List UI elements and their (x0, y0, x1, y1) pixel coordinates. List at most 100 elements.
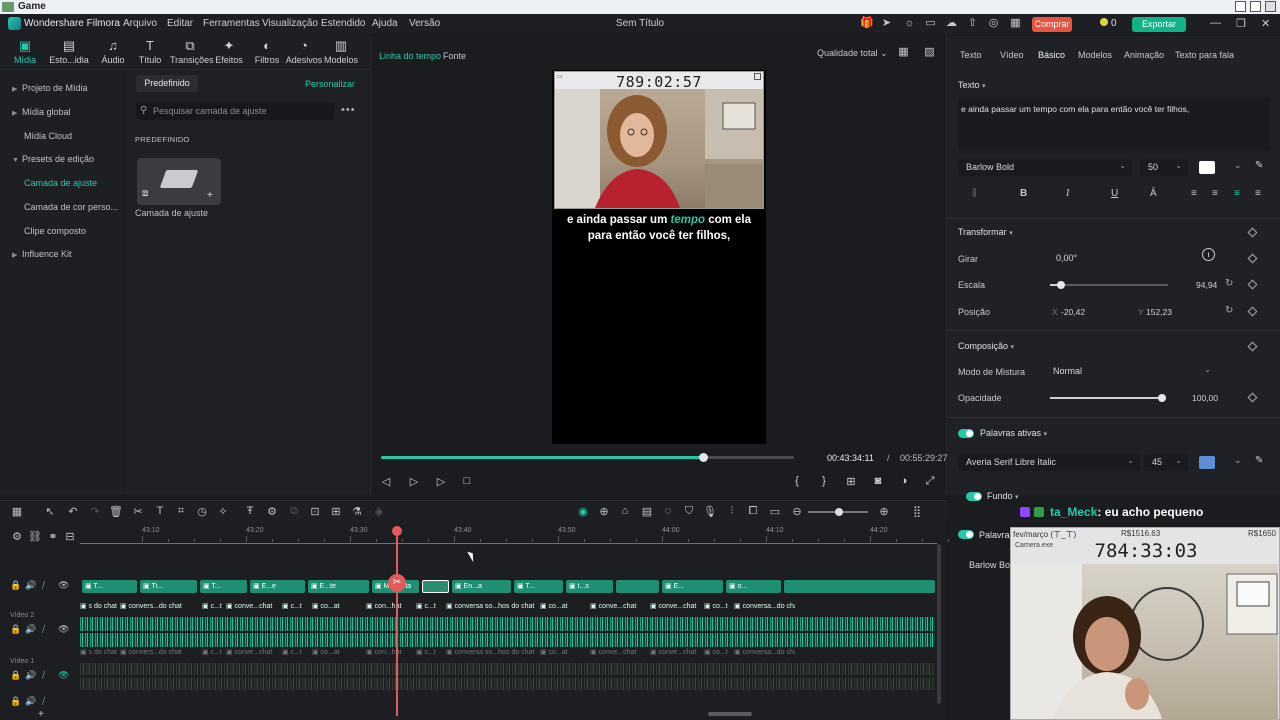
ai-assist-icon[interactable]: ◉ (576, 505, 590, 518)
scale-value[interactable]: 94,94 (1196, 280, 1217, 290)
mute-icon[interactable]: ⧸ (42, 670, 45, 681)
menu-ajuda[interactable]: Ajuda (372, 18, 398, 29)
text-section-header[interactable]: Texto ▾ (958, 80, 986, 90)
audio-clip-label[interactable]: ▣ c...t (416, 602, 444, 612)
align-right-icon[interactable]: ≡ (1255, 188, 1261, 199)
align-left-icon[interactable]: ≡ (1191, 188, 1197, 199)
audio-clip-label[interactable]: ▣ con...hat (366, 648, 414, 658)
audio-clip-label[interactable]: ▣ c...t (282, 602, 310, 612)
audio-clip-label[interactable]: ▣ c...t (282, 648, 310, 658)
app-minimize-icon[interactable]: — (1210, 17, 1221, 29)
blend-mode-select[interactable]: Normal ⌄ (1045, 363, 1217, 380)
audio-clip-label[interactable]: ▣ co...at (312, 602, 364, 612)
personalize-link[interactable]: Personalizar (305, 79, 355, 89)
reset-icon[interactable]: ↻ (1225, 305, 1233, 316)
os-minimize-button[interactable] (1235, 1, 1246, 12)
lock-icon[interactable]: 🔒 (10, 696, 21, 707)
speaker-icon[interactable]: 🔊 (25, 696, 36, 707)
menu-estendido[interactable]: Estendido (321, 18, 365, 29)
audio-clip-label[interactable]: ▣ co...at (312, 648, 364, 658)
audio-clip-label[interactable]: ▣ conversa so...hos do chat (446, 602, 538, 612)
gift-icon[interactable]: 🎁 (860, 17, 874, 30)
active-words-header[interactable]: Palavras ativas ▾ (980, 428, 1047, 438)
title-clip[interactable]: ▣ E...e (250, 580, 305, 593)
upload-icon[interactable]: ⇧ (966, 17, 979, 30)
group-icon[interactable]: ⊞ (329, 505, 343, 518)
tab-basico[interactable]: Básico (1038, 50, 1065, 60)
link-icon[interactable]: ⛓ (28, 530, 42, 543)
tool-titulo[interactable]: T Título (130, 39, 170, 66)
active-words-font-select[interactable]: Averia Serif Libre Italic ⌄ (958, 454, 1140, 471)
audio-clip-label[interactable]: ▣ co...at (540, 648, 588, 658)
tab-texto[interactable]: Texto (960, 50, 982, 60)
scale-slider[interactable] (1050, 281, 1168, 289)
active-words-toggle[interactable] (958, 429, 974, 438)
audio-clip-label[interactable]: ▣ conversa...do chat (734, 648, 795, 658)
menu-arquivo[interactable]: Arquivo (123, 18, 157, 29)
timeline-scrollbar[interactable] (708, 712, 752, 716)
zoom-in-icon[interactable]: ⊕ (877, 505, 891, 518)
title-clip[interactable] (784, 580, 935, 593)
background-toggle[interactable] (966, 492, 982, 501)
video-canvas[interactable]: ▭ 789:02:57 × e ainda passar um tempo co… (552, 70, 766, 444)
active-words-size-select[interactable]: 45 ⌄ (1144, 454, 1188, 471)
title-clip[interactable]: ▣ E... (662, 580, 723, 593)
keyframe-icon[interactable] (1247, 306, 1258, 317)
tab-linha-do-tempo[interactable]: Linha do tempo (379, 51, 441, 61)
italic-icon[interactable]: I (1066, 188, 1069, 199)
zoom-handle[interactable] (835, 508, 843, 516)
undo-icon[interactable]: ↶ (66, 505, 80, 518)
timeline-ruler[interactable]: 43:10 43:20 43:30 43:40 43:50 44:00 44:10 44:20 (80, 522, 949, 544)
words-toggle[interactable] (958, 530, 974, 539)
nav-midia-cloud[interactable]: Mídia Cloud (24, 131, 72, 141)
tab-predefinido[interactable]: Predefinido (136, 75, 198, 92)
audio-meter-icon[interactable]: ◑ (897, 475, 911, 487)
select-tool-icon[interactable]: ↖ (43, 505, 57, 518)
marker-icon[interactable]: ⛉ (682, 505, 696, 518)
tool-modelos[interactable]: ▥ Modelos (321, 39, 361, 66)
lock-icon[interactable]: 🔒 (10, 670, 21, 681)
ai-text-icon[interactable]: Ŧ (243, 505, 257, 517)
buy-button[interactable]: Comprar (1032, 17, 1072, 32)
opacity-value[interactable]: 100,00 (1192, 393, 1218, 403)
menu-editar[interactable]: Editar (167, 18, 193, 29)
storyboard-icon[interactable]: ▤ (640, 505, 654, 518)
play-icon[interactable]: ▷ (434, 475, 448, 488)
delete-icon[interactable]: 🗑 (109, 505, 123, 518)
title-clip[interactable]: ▣ t...s (566, 580, 613, 593)
bold-icon[interactable]: B (1020, 188, 1027, 199)
opacity-slider[interactable] (1050, 394, 1166, 402)
text-color-swatch[interactable] (1199, 161, 1215, 174)
quality-select[interactable]: Qualidade total ⌄ (817, 48, 888, 59)
audio-clip-label[interactable]: ▣ convers...do chat (120, 648, 200, 658)
audio-clip-label[interactable]: ▣ c...t (202, 602, 224, 612)
render-icon[interactable]: ⊞ (844, 475, 858, 488)
tool-transicoes[interactable]: ⧉ Transições (170, 39, 214, 66)
text-tool-icon[interactable]: T (153, 505, 167, 517)
ai-tool-icon[interactable]: ⚙ (265, 505, 279, 518)
detach-icon[interactable]: ⊡ (308, 505, 322, 518)
eyedropper-icon[interactable]: ✎ (1255, 160, 1263, 171)
multicam-icon[interactable]: ⌂ (618, 505, 632, 517)
tab-modelos[interactable]: Modelos (1078, 50, 1112, 60)
audio-waveform[interactable] (80, 678, 935, 690)
fullscreen-icon[interactable]: ⤢ (923, 475, 937, 488)
audio-clip-label[interactable]: ▣ con...hat (366, 602, 414, 612)
title-clip[interactable]: ▣ T... (514, 580, 563, 593)
title-clip[interactable]: ▣ Ti... (140, 580, 197, 593)
app-close-icon[interactable]: ✕ (1261, 17, 1270, 30)
headset-icon[interactable]: ◎ (987, 17, 1000, 30)
keyframe-icon[interactable] (1247, 227, 1258, 238)
split-scissors-icon[interactable]: ✂ (388, 574, 406, 592)
audio-clip-label[interactable]: ▣ conve...chat (650, 602, 702, 612)
rotate-input[interactable]: 0,00° (1048, 250, 1198, 267)
active-words-color-swatch[interactable] (1199, 456, 1215, 469)
words-header[interactable]: Palavras (979, 530, 1014, 540)
subtitle-caption[interactable]: e ainda passar um tempo com ela para ent… (552, 212, 766, 244)
progress-handle[interactable] (699, 453, 709, 462)
layout-grid-icon[interactable]: ▦ (10, 505, 24, 518)
snap-icon[interactable]: ⊕ (597, 505, 611, 518)
keyframe-icon[interactable] (1247, 392, 1258, 403)
audio-clip-label[interactable]: ▣ co...at (540, 602, 588, 612)
nav-influence-kit[interactable]: ▶ Influence Kit (12, 249, 72, 259)
